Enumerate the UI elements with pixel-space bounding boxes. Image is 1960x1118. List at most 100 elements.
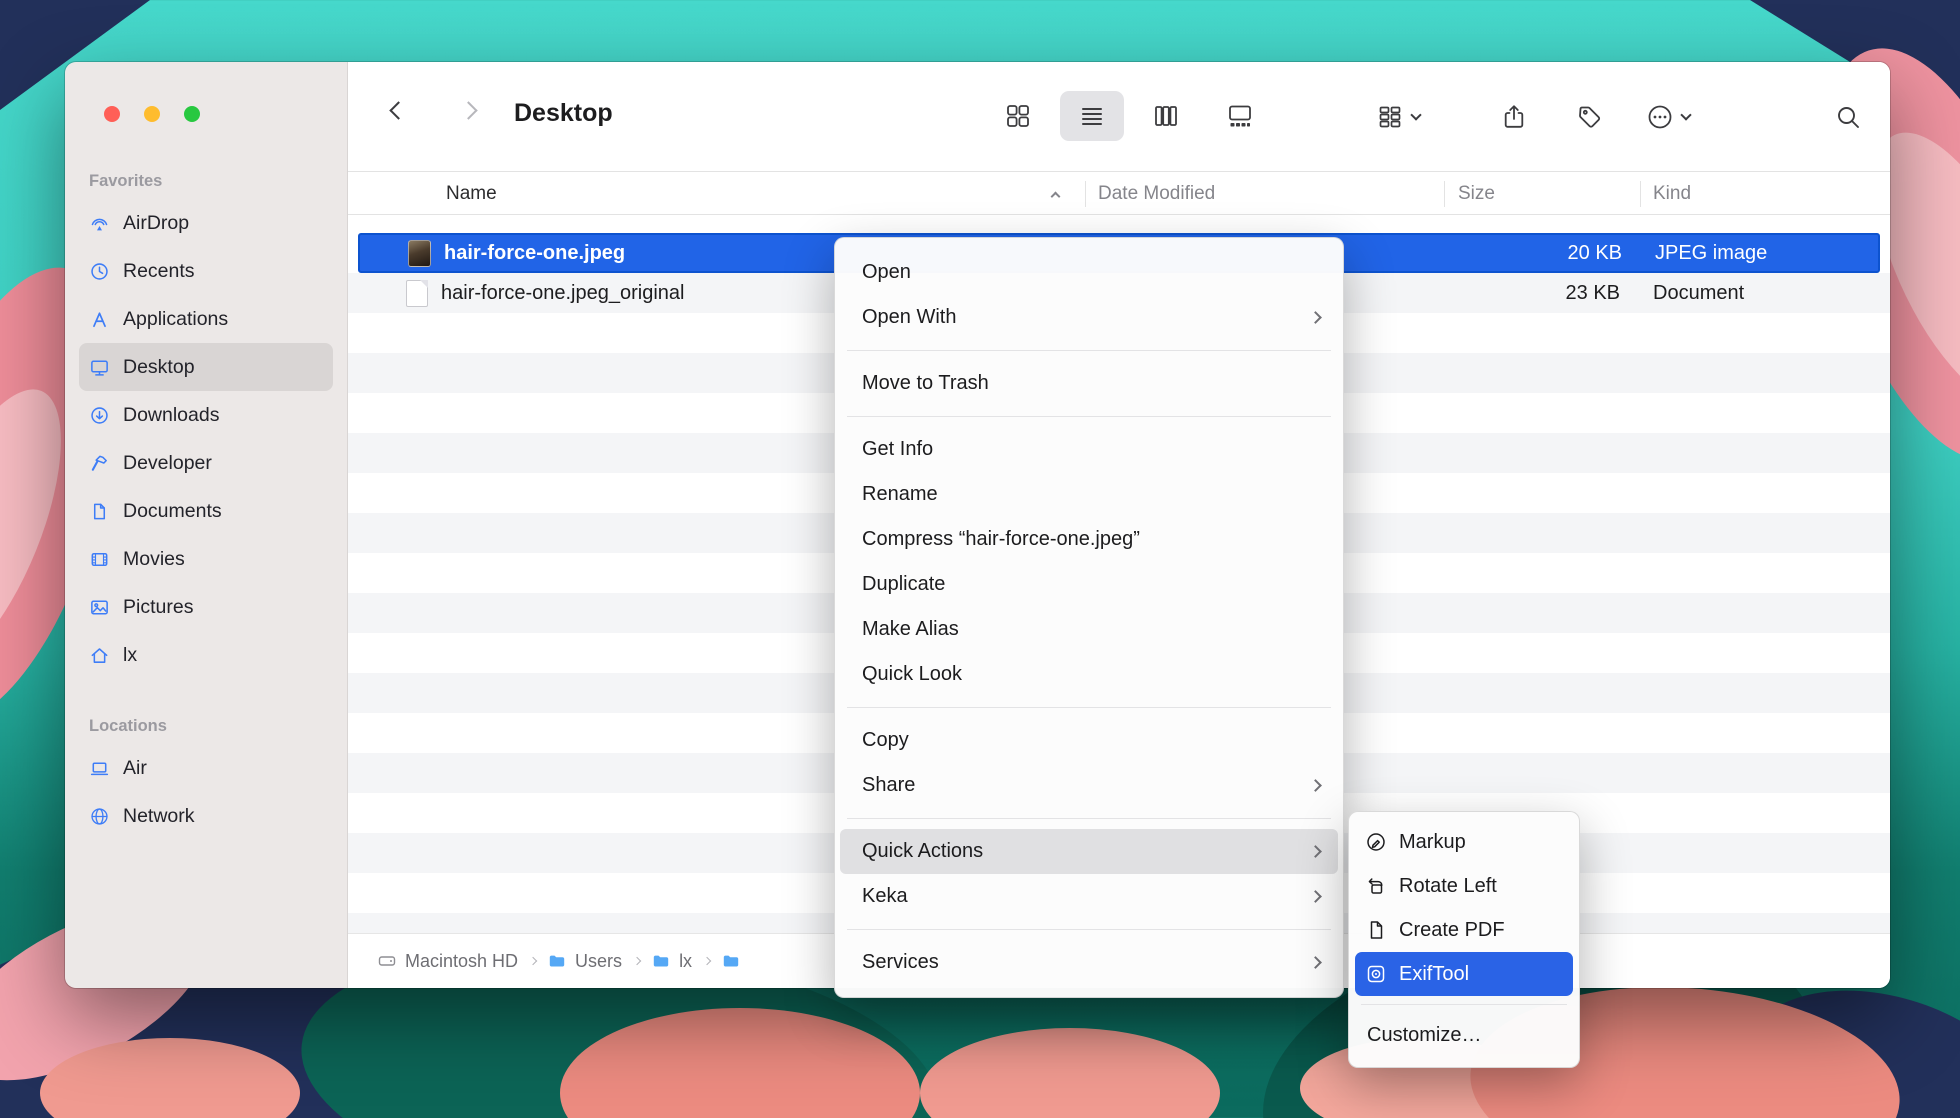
more-actions-button[interactable] bbox=[1646, 99, 1690, 135]
sidebar-item-label: Desktop bbox=[123, 356, 195, 379]
menu-item-open-with[interactable]: Open With bbox=[840, 295, 1338, 340]
column-divider[interactable] bbox=[1640, 181, 1641, 207]
file-kind: Document bbox=[1653, 282, 1744, 305]
sidebar-item-pictures[interactable]: Pictures bbox=[79, 583, 333, 631]
column-header-kind[interactable]: Kind bbox=[1653, 172, 1691, 216]
sidebar-item-label: Developer bbox=[123, 452, 212, 475]
applications-icon bbox=[89, 309, 110, 330]
menu-item-open[interactable]: Open bbox=[840, 250, 1338, 295]
menu-separator bbox=[1361, 1004, 1567, 1005]
menu-item-make-alias[interactable]: Make Alias bbox=[840, 607, 1338, 652]
file-size: 20 KB bbox=[1522, 242, 1622, 265]
menu-item-compress[interactable]: Compress “hair-force-one.jpeg” bbox=[840, 517, 1338, 562]
file-size: 23 KB bbox=[1520, 282, 1620, 305]
pathbar-item-macintosh-hd[interactable]: Macintosh HD bbox=[378, 951, 518, 972]
search-button[interactable] bbox=[1830, 99, 1866, 135]
monitor-icon bbox=[89, 357, 110, 378]
minimize-button[interactable] bbox=[144, 106, 160, 122]
pathbar-item-lx[interactable]: lx bbox=[652, 951, 692, 972]
close-button[interactable] bbox=[104, 106, 120, 122]
menu-item-move-to-trash[interactable]: Move to Trash bbox=[840, 361, 1338, 406]
film-icon bbox=[89, 549, 110, 570]
sidebar-item-documents[interactable]: Documents bbox=[79, 487, 333, 535]
sidebar-item-label: Downloads bbox=[123, 404, 219, 427]
back-button[interactable] bbox=[392, 104, 405, 117]
menu-item-rename[interactable]: Rename bbox=[840, 472, 1338, 517]
sidebar-item-label: Recents bbox=[123, 260, 195, 283]
menu-item-get-info[interactable]: Get Info bbox=[840, 427, 1338, 472]
locations-section-label: Locations bbox=[79, 717, 333, 736]
submenu-item-markup[interactable]: Markup bbox=[1355, 820, 1573, 864]
column-divider[interactable] bbox=[1444, 181, 1445, 207]
menu-separator bbox=[847, 929, 1331, 930]
menu-item-copy[interactable]: Copy bbox=[840, 718, 1338, 763]
forward-button[interactable] bbox=[462, 104, 475, 117]
sidebar-item-movies[interactable]: Movies bbox=[79, 535, 333, 583]
sidebar-item-applications[interactable]: Applications bbox=[79, 295, 333, 343]
folder-icon bbox=[652, 952, 670, 970]
submenu-item-create-pdf[interactable]: Create PDF bbox=[1355, 908, 1573, 952]
submenu-item-customize[interactable]: Customize… bbox=[1355, 1013, 1573, 1057]
clock-icon bbox=[89, 261, 110, 282]
column-header-date-modified[interactable]: Date Modified bbox=[1098, 172, 1215, 216]
group-by-button[interactable] bbox=[1376, 99, 1420, 135]
menu-item-keka[interactable]: Keka bbox=[840, 874, 1338, 919]
sort-ascending-icon bbox=[1052, 172, 1059, 216]
menu-item-services[interactable]: Services bbox=[840, 940, 1338, 985]
column-header-name[interactable]: Name bbox=[446, 172, 497, 216]
sidebar-item-airdrop[interactable]: AirDrop bbox=[79, 199, 333, 247]
sidebar-item-lx-home[interactable]: lx bbox=[79, 631, 333, 679]
file-kind: JPEG image bbox=[1655, 242, 1767, 265]
tags-button[interactable] bbox=[1572, 99, 1608, 135]
sidebar-item-label: Movies bbox=[123, 548, 185, 571]
airdrop-icon bbox=[89, 213, 110, 234]
zoom-button[interactable] bbox=[184, 106, 200, 122]
sidebar-item-developer[interactable]: Developer bbox=[79, 439, 333, 487]
downloads-icon bbox=[89, 405, 110, 426]
menu-item-quick-look[interactable]: Quick Look bbox=[840, 652, 1338, 697]
submenu-chevron-icon bbox=[1309, 845, 1322, 858]
sidebar-item-recents[interactable]: Recents bbox=[79, 247, 333, 295]
submenu-chevron-icon bbox=[1309, 311, 1322, 324]
menu-item-share[interactable]: Share bbox=[840, 763, 1338, 808]
globe-icon bbox=[89, 806, 110, 827]
column-view-button[interactable] bbox=[1134, 91, 1198, 141]
context-menu: Open Open With Move to Trash Get Info Re… bbox=[834, 237, 1344, 998]
create-pdf-icon bbox=[1365, 919, 1387, 941]
sidebar-item-air[interactable]: Air bbox=[79, 744, 333, 792]
menu-item-duplicate[interactable]: Duplicate bbox=[840, 562, 1338, 607]
home-icon bbox=[89, 645, 110, 666]
menu-item-quick-actions[interactable]: Quick Actions bbox=[840, 829, 1338, 874]
gallery-view-button[interactable] bbox=[1208, 91, 1272, 141]
window-controls bbox=[104, 106, 200, 122]
menu-separator bbox=[847, 416, 1331, 417]
pathbar-item-truncated[interactable] bbox=[722, 952, 740, 970]
column-header-size[interactable]: Size bbox=[1458, 172, 1495, 216]
toolbar: Desktop bbox=[348, 62, 1890, 171]
menu-separator bbox=[847, 707, 1331, 708]
submenu-item-exiftool[interactable]: ExifTool bbox=[1355, 952, 1573, 996]
list-view-button[interactable] bbox=[1060, 91, 1124, 141]
sidebar-item-desktop[interactable]: Desktop bbox=[79, 343, 333, 391]
sidebar-item-network[interactable]: Network bbox=[79, 792, 333, 840]
submenu-item-rotate-left[interactable]: Rotate Left bbox=[1355, 864, 1573, 908]
window-title: Desktop bbox=[514, 99, 613, 128]
column-divider[interactable] bbox=[1085, 181, 1086, 207]
file-name: hair-force-one.jpeg bbox=[444, 242, 625, 265]
submenu-chevron-icon bbox=[1309, 890, 1322, 903]
chevron-right-icon bbox=[703, 957, 711, 965]
sidebar-item-downloads[interactable]: Downloads bbox=[79, 391, 333, 439]
chevron-right-icon bbox=[529, 957, 537, 965]
exiftool-icon bbox=[1365, 963, 1387, 985]
pathbar-label: Users bbox=[575, 951, 622, 972]
sidebar-item-label: Pictures bbox=[123, 596, 193, 619]
quick-actions-submenu: Markup Rotate Left Create PDF ExifTool C… bbox=[1348, 811, 1580, 1068]
group-by-icon bbox=[1376, 103, 1404, 131]
ellipsis-circle-icon bbox=[1646, 103, 1674, 131]
document-file-icon bbox=[406, 280, 428, 307]
image-thumbnail-icon bbox=[408, 240, 431, 267]
disk-icon bbox=[378, 952, 396, 970]
pathbar-item-users[interactable]: Users bbox=[548, 951, 622, 972]
icon-view-button[interactable] bbox=[986, 91, 1050, 141]
share-button[interactable] bbox=[1496, 99, 1532, 135]
